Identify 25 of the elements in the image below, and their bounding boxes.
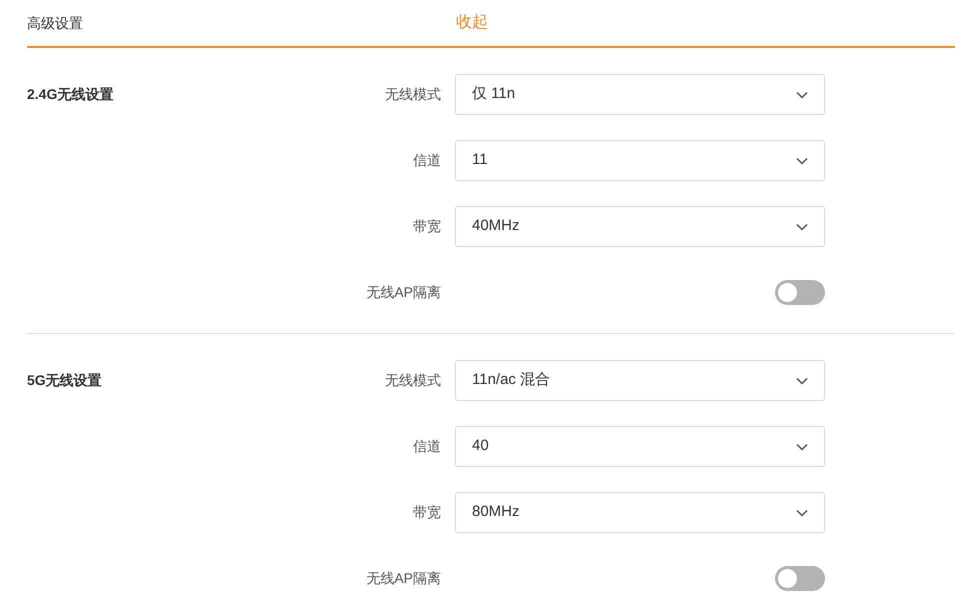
field-label: 信道 xyxy=(412,437,441,456)
chevron-down-icon xyxy=(796,508,808,516)
section-title: 5G无线设置 xyxy=(27,371,102,390)
toggle-switch[interactable] xyxy=(775,280,825,305)
dropdown[interactable]: 11n/ac 混合 xyxy=(455,360,825,401)
field-label: 无线AP隔离 xyxy=(365,569,441,588)
chevron-down-icon xyxy=(796,376,808,384)
section-heading: 高级设置 xyxy=(27,14,84,32)
field-label: 信道 xyxy=(412,151,441,170)
field-label: 无线AP隔离 xyxy=(365,283,441,302)
chevron-down-icon xyxy=(796,222,808,230)
field-label: 无线模式 xyxy=(384,371,441,390)
section-title: 2.4G无线设置 xyxy=(27,85,114,104)
toggle-switch[interactable] xyxy=(775,566,825,591)
field-label: 带宽 xyxy=(412,503,441,522)
dropdown[interactable]: 40MHz xyxy=(455,206,825,247)
dropdown[interactable]: 40 xyxy=(455,426,825,467)
chevron-down-icon xyxy=(796,156,808,164)
dropdown[interactable]: 仅 11n xyxy=(455,74,825,115)
field-label: 无线模式 xyxy=(384,85,441,104)
field-label: 带宽 xyxy=(412,217,441,236)
chevron-down-icon xyxy=(796,90,808,98)
dropdown[interactable]: 11 xyxy=(455,140,825,181)
dropdown[interactable]: 80MHz xyxy=(455,492,825,533)
chevron-down-icon xyxy=(796,442,808,450)
